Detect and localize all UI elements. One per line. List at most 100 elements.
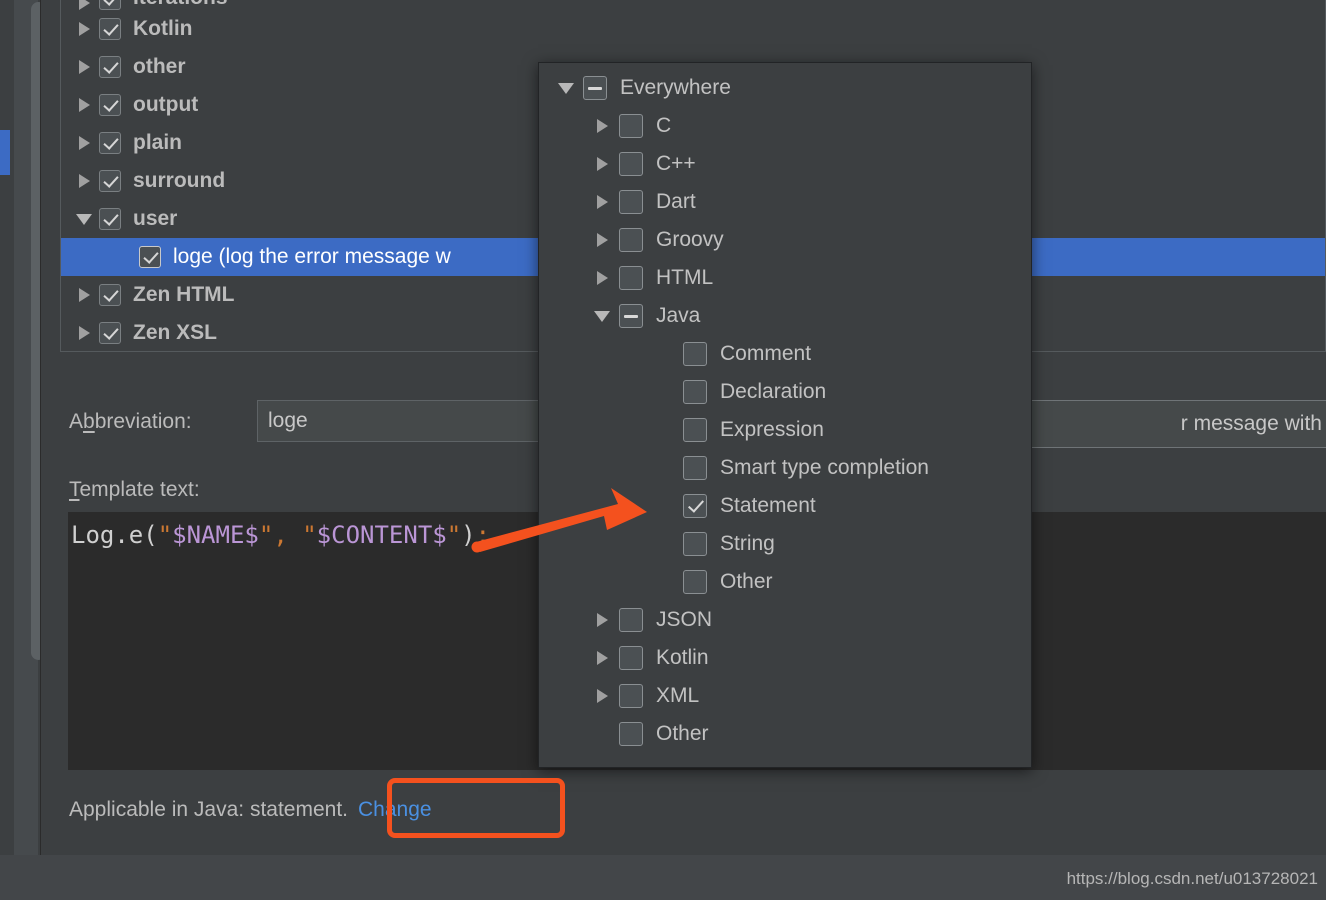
chevron-right-icon[interactable] xyxy=(585,157,619,171)
vertical-scrollbar-track[interactable] xyxy=(14,0,46,855)
watermark-url: https://blog.csdn.net/u013728021 xyxy=(1066,869,1318,888)
context-popup-row-label: Comment xyxy=(720,342,812,365)
context-popup-row[interactable]: Comment xyxy=(539,335,1031,373)
left-gutter xyxy=(0,0,46,855)
template-enabled-checkbox[interactable] xyxy=(139,246,161,268)
context-popup-row-label: JSON xyxy=(656,608,713,631)
template-enabled-checkbox[interactable] xyxy=(99,208,121,230)
code-token-punct: " xyxy=(157,521,173,549)
template-tree-row-label: other xyxy=(133,55,186,78)
applicable-context-text: Applicable in Java: statement. xyxy=(69,798,348,821)
context-popup-row[interactable]: XML xyxy=(539,677,1031,715)
code-token-var: $NAME$ xyxy=(172,521,259,549)
context-popup-row-label: C xyxy=(656,114,672,137)
context-popup-row[interactable]: String xyxy=(539,525,1031,563)
context-popup-row[interactable]: Smart type completion xyxy=(539,449,1031,487)
code-token-plain: ) xyxy=(461,521,476,549)
change-context-link[interactable]: Change xyxy=(358,798,432,822)
context-checkbox[interactable] xyxy=(619,304,643,328)
chevron-right-icon[interactable] xyxy=(69,60,99,74)
template-enabled-checkbox[interactable] xyxy=(99,170,121,192)
template-enabled-checkbox[interactable] xyxy=(99,56,121,78)
context-popup-row[interactable]: Expression xyxy=(539,411,1031,449)
context-checkbox[interactable] xyxy=(619,114,643,138)
context-checkbox[interactable] xyxy=(619,722,643,746)
chevron-right-icon[interactable] xyxy=(69,288,99,302)
context-checkbox[interactable] xyxy=(619,266,643,290)
context-popup-row[interactable]: Kotlin xyxy=(539,639,1031,677)
template-text-label: Template text: xyxy=(69,478,200,502)
context-popup-row[interactable]: Declaration xyxy=(539,373,1031,411)
context-popup-row[interactable]: HTML xyxy=(539,259,1031,297)
context-checkbox[interactable] xyxy=(619,608,643,632)
chevron-right-icon[interactable] xyxy=(69,326,99,340)
context-checkbox[interactable] xyxy=(619,152,643,176)
template-enabled-checkbox[interactable] xyxy=(99,94,121,116)
template-tree-row-label: Zen HTML xyxy=(133,283,235,306)
context-selection-popup[interactable]: Everywhere C C++ Dart Groovy HTML Java Comment D… xyxy=(538,62,1032,768)
code-token-var: $CONTENT$ xyxy=(316,521,447,549)
template-enabled-checkbox[interactable] xyxy=(99,284,121,306)
context-checkbox[interactable] xyxy=(683,380,707,404)
template-enabled-checkbox[interactable] xyxy=(99,18,121,40)
context-popup-row-label: Statement xyxy=(720,494,816,517)
chevron-right-icon[interactable] xyxy=(585,651,619,665)
template-text-label-suffix: emplate text: xyxy=(79,478,200,501)
left-selection-indicator xyxy=(0,130,10,175)
context-checkbox[interactable] xyxy=(683,532,707,556)
chevron-down-icon[interactable] xyxy=(585,310,619,322)
context-popup-row[interactable]: Everywhere xyxy=(539,69,1031,107)
context-popup-row-label: String xyxy=(720,532,775,555)
code-token-punct: " xyxy=(302,521,317,549)
context-checkbox[interactable] xyxy=(619,684,643,708)
context-popup-row[interactable]: Dart xyxy=(539,183,1031,221)
context-checkbox[interactable] xyxy=(683,456,707,480)
context-popup-row[interactable]: Other xyxy=(539,715,1031,753)
context-checkbox[interactable] xyxy=(683,570,707,594)
context-checkbox[interactable] xyxy=(683,418,707,442)
chevron-right-icon[interactable] xyxy=(69,0,99,10)
abbreviation-label-prefix: A xyxy=(69,410,84,433)
chevron-right-icon[interactable] xyxy=(585,271,619,285)
context-checkbox[interactable] xyxy=(619,190,643,214)
context-popup-row[interactable]: JSON xyxy=(539,601,1031,639)
chevron-right-icon[interactable] xyxy=(69,136,99,150)
context-popup-row[interactable]: Groovy xyxy=(539,221,1031,259)
template-tree-row[interactable]: Iterations xyxy=(61,0,1325,10)
template-tree-row-label: Iterations xyxy=(133,0,228,10)
chevron-right-icon[interactable] xyxy=(585,195,619,209)
context-checkbox[interactable] xyxy=(619,646,643,670)
code-token-punct: , xyxy=(273,521,288,549)
context-checkbox[interactable] xyxy=(683,342,707,366)
chevron-right-icon[interactable] xyxy=(585,613,619,627)
template-enabled-checkbox[interactable] xyxy=(99,0,121,10)
description-input[interactable]: r message with tag xyxy=(1001,400,1326,448)
chevron-right-icon[interactable] xyxy=(585,119,619,133)
template-enabled-checkbox[interactable] xyxy=(99,322,121,344)
chevron-right-icon[interactable] xyxy=(585,689,619,703)
context-popup-row[interactable]: Java xyxy=(539,297,1031,335)
chevron-right-icon[interactable] xyxy=(69,98,99,112)
chevron-right-icon[interactable] xyxy=(69,22,99,36)
context-popup-row[interactable]: C++ xyxy=(539,145,1031,183)
abbreviation-label-suffix: breviation: xyxy=(94,410,192,433)
context-popup-row-label: Dart xyxy=(656,190,696,213)
context-checkbox[interactable] xyxy=(683,494,707,518)
context-popup-row[interactable]: C xyxy=(539,107,1031,145)
context-popup-row-label: Declaration xyxy=(720,380,827,403)
chevron-right-icon[interactable] xyxy=(69,174,99,188)
context-popup-row[interactable]: Other xyxy=(539,563,1031,601)
template-tree-row[interactable]: Kotlin xyxy=(61,10,1325,48)
code-token-punct: " xyxy=(258,521,274,549)
chevron-right-icon[interactable] xyxy=(585,233,619,247)
chevron-down-icon[interactable] xyxy=(549,82,583,94)
context-checkbox[interactable] xyxy=(619,228,643,252)
context-checkbox[interactable] xyxy=(583,76,607,100)
applicable-context-bar: Applicable in Java: statement. Change xyxy=(41,784,1326,836)
context-popup-row-label: XML xyxy=(656,684,700,707)
chevron-down-icon[interactable] xyxy=(69,213,99,225)
template-enabled-checkbox[interactable] xyxy=(99,132,121,154)
template-tree-row-label: user xyxy=(133,207,178,230)
context-popup-row[interactable]: Statement xyxy=(539,487,1031,525)
